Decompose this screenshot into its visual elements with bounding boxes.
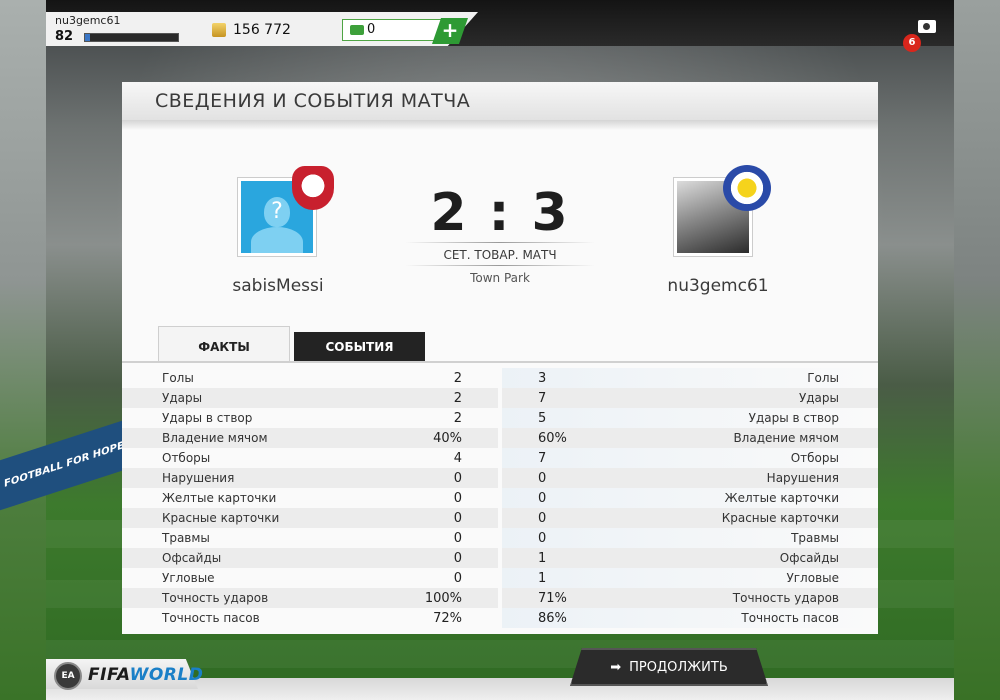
stat-label-home: Удары в створ xyxy=(162,411,253,425)
stat-value-away: 86% xyxy=(538,611,567,626)
stat-label-away: Офсайды xyxy=(779,551,839,565)
logo-part-fifa: FIFA xyxy=(88,665,130,685)
stat-value-away: 3 xyxy=(538,371,547,386)
tab-facts[interactable]: ФАКТЫ xyxy=(158,326,290,361)
stat-value-away: 0 xyxy=(538,531,547,546)
stat-value-away: 0 xyxy=(538,491,547,506)
logo-part-world: WORLD xyxy=(129,665,204,685)
stat-value-away: 0 xyxy=(538,511,547,526)
stat-label-away: Нарушения xyxy=(766,471,839,485)
stat-value-away: 7 xyxy=(538,451,547,466)
points-balance: 0 xyxy=(367,22,376,37)
page-title: СВЕДЕНИЯ И СОБЫТИЯ МАТЧА xyxy=(155,90,471,112)
stat-value-home: 0 xyxy=(453,531,462,546)
xp-progress-bar xyxy=(84,33,179,42)
continue-button[interactable]: ➡ ПРОДОЛЖИТЬ xyxy=(570,648,768,686)
continue-label: ПРОДОЛЖИТЬ xyxy=(629,660,728,675)
stat-value-home: 2 xyxy=(453,411,462,426)
stat-label-away: Желтые карточки xyxy=(724,491,839,505)
stat-label-home: Травмы xyxy=(162,531,210,545)
stat-label-home: Угловые xyxy=(162,571,215,585)
placeholder-avatar-icon: ? xyxy=(264,197,290,227)
stat-value-away: 1 xyxy=(538,571,547,586)
stat-value-home: 100% xyxy=(424,591,462,606)
stat-label-home: Красные карточки xyxy=(162,511,280,525)
stat-value-away: 5 xyxy=(538,411,547,426)
stat-value-home: 0 xyxy=(453,511,462,526)
stat-label-home: Офсайды xyxy=(162,551,222,565)
home-club-crest-icon xyxy=(292,166,334,210)
stat-label-away: Голы xyxy=(807,371,839,385)
tabs-underline xyxy=(122,361,878,363)
home-team-name: sabisMessi xyxy=(232,276,324,296)
stat-label-home: Голы xyxy=(162,371,194,385)
player-level: 82 xyxy=(55,29,74,44)
match-score: 2 : 3 xyxy=(430,183,570,243)
stat-value-home: 2 xyxy=(453,391,462,406)
stat-value-away: 60% xyxy=(538,431,567,446)
stat-label-away: Красные карточки xyxy=(721,511,839,525)
divider xyxy=(405,242,595,243)
stat-label-home: Нарушения xyxy=(162,471,235,485)
stat-label-away: Точность ударов xyxy=(732,591,839,605)
stadium-left-edge xyxy=(0,0,46,700)
stat-label-away: Владение мячом xyxy=(733,431,839,445)
stat-label-home: Желтые карточки xyxy=(162,491,277,505)
stat-value-home: 72% xyxy=(433,611,462,626)
stat-value-home: 2 xyxy=(453,371,462,386)
match-type: СЕТ. ТОВАР. МАТЧ xyxy=(443,248,557,262)
stat-label-away: Травмы xyxy=(791,531,839,545)
stat-label-away: Отборы xyxy=(790,451,839,465)
stat-label-home: Точность ударов xyxy=(162,591,269,605)
stat-value-home: 0 xyxy=(453,571,462,586)
avatar-shoulders xyxy=(251,227,303,253)
panel-shadow xyxy=(122,120,878,130)
stats-divider xyxy=(498,368,502,628)
fifa-world-logo: FIFAWORLD xyxy=(88,665,203,685)
stat-value-home: 0 xyxy=(453,551,462,566)
username[interactable]: nu3gemc61 xyxy=(55,14,120,27)
stat-value-home: 0 xyxy=(453,491,462,506)
stat-label-home: Отборы xyxy=(162,451,211,465)
match-venue: Town Park xyxy=(470,271,530,285)
points-icon xyxy=(350,25,364,35)
stat-label-home: Точность пасов xyxy=(162,611,260,625)
away-team-name: nu3gemc61 xyxy=(667,276,769,296)
stat-value-home: 4 xyxy=(453,451,462,466)
ea-sports-logo: EA xyxy=(54,662,82,690)
stat-value-away: 1 xyxy=(538,551,547,566)
stat-label-home: Владение мячом xyxy=(162,431,268,445)
stadium-right-edge xyxy=(954,0,1000,700)
stat-label-away: Точность пасов xyxy=(741,611,839,625)
coins-icon xyxy=(212,23,226,37)
coins-balance: 156 772 xyxy=(233,22,291,38)
stat-value-away: 7 xyxy=(538,391,547,406)
stat-label-away: Удары xyxy=(798,391,839,405)
stat-value-home: 0 xyxy=(453,471,462,486)
stat-value-home: 40% xyxy=(433,431,462,446)
stat-label-away: Удары в створ xyxy=(748,411,839,425)
stat-label-home: Удары xyxy=(162,391,203,405)
stat-value-away: 0 xyxy=(538,471,547,486)
stat-value-away: 71% xyxy=(538,591,567,606)
stat-label-away: Угловые xyxy=(786,571,839,585)
arrow-right-icon: ➡ xyxy=(610,660,622,675)
divider xyxy=(405,265,595,266)
away-club-crest-icon xyxy=(723,165,771,211)
notification-badge[interactable]: 6 xyxy=(903,34,921,52)
camera-icon[interactable] xyxy=(918,20,936,33)
tab-events[interactable]: СОБЫТИЯ xyxy=(294,332,425,361)
